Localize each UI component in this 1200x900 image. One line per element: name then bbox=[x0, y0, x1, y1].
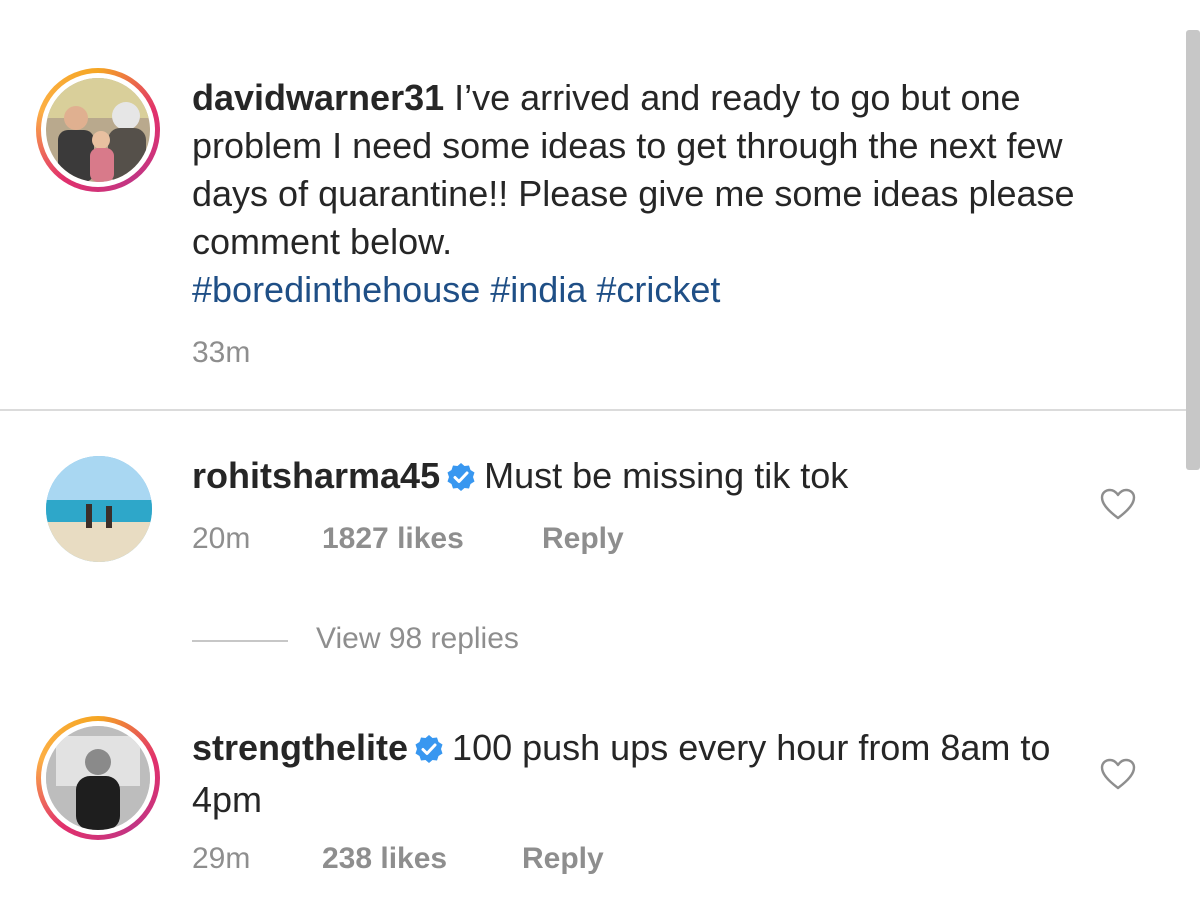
comment-timestamp: 29m bbox=[192, 842, 251, 875]
comment-username[interactable]: strengthelite bbox=[192, 727, 408, 768]
beach-photo-icon bbox=[46, 456, 152, 562]
verified-badge-icon bbox=[414, 728, 444, 776]
hashtag[interactable]: #india bbox=[490, 269, 586, 310]
reply-button[interactable]: Reply bbox=[522, 842, 604, 876]
like-heart-icon[interactable] bbox=[1100, 488, 1136, 525]
verified-badge-icon bbox=[446, 456, 476, 504]
scrollbar[interactable] bbox=[1186, 30, 1200, 470]
view-replies-link[interactable]: View 98 replies bbox=[316, 622, 519, 656]
post-caption: davidwarner31 I’ve arrived and ready to … bbox=[192, 74, 1092, 314]
divider bbox=[0, 409, 1186, 411]
comment-timestamp: 20m bbox=[192, 522, 251, 555]
comment-username[interactable]: rohitsharma45 bbox=[192, 455, 440, 496]
replies-divider bbox=[192, 640, 288, 642]
comment-likes-link[interactable]: 238 likes bbox=[322, 842, 447, 876]
person-photo-icon bbox=[46, 726, 150, 830]
family-photo-icon bbox=[46, 78, 150, 182]
post-author-avatar[interactable] bbox=[36, 68, 160, 192]
comment-avatar[interactable] bbox=[36, 716, 160, 840]
like-heart-icon[interactable] bbox=[1100, 758, 1136, 795]
hashtag[interactable]: #cricket bbox=[596, 269, 720, 310]
comment-text: Must be missing tik tok bbox=[484, 455, 849, 496]
post-timestamp: 33m bbox=[192, 336, 251, 369]
reply-button[interactable]: Reply bbox=[542, 522, 624, 556]
comment-avatar[interactable] bbox=[46, 456, 152, 562]
comment-body: strengthelite 100 push ups every hour fro… bbox=[192, 724, 1072, 824]
post-author-username[interactable]: davidwarner31 bbox=[192, 77, 444, 118]
hashtag[interactable]: #boredinthehouse bbox=[192, 269, 480, 310]
comment-likes-link[interactable]: 1827 likes bbox=[322, 522, 464, 556]
comment-body: rohitsharma45 Must be missing tik tok bbox=[192, 452, 1072, 504]
